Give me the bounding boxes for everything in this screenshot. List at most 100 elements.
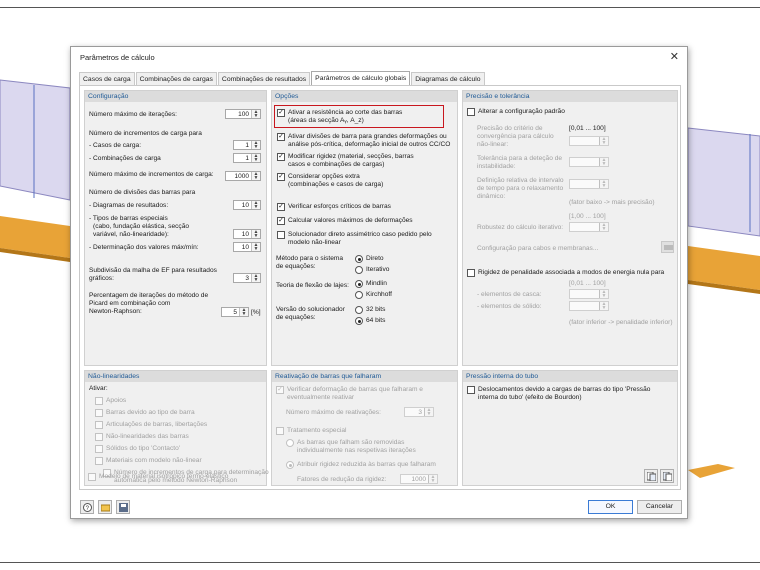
large-deformation-checkbox[interactable]: ✓ <box>277 133 285 141</box>
bourdon-label-1: Deslocamentos devido a cargas de barras … <box>478 386 651 393</box>
method-direct-radio[interactable] <box>355 255 363 263</box>
solver-64bit-radio[interactable] <box>355 317 363 325</box>
supports-checkbox[interactable] <box>95 397 103 405</box>
edit-settings-button[interactable] <box>661 241 674 253</box>
tab-load-cases[interactable]: Casos de carga <box>79 72 135 86</box>
spin-arrows-icon[interactable]: ▲ ▼ <box>251 172 260 181</box>
alter-defaults-checkbox[interactable] <box>467 108 475 116</box>
result-diagrams-input[interactable]: 10 ▲ ▼ <box>233 200 261 210</box>
spin-arrows-icon[interactable]: ▲ ▼ <box>599 290 608 299</box>
member-nonlinearities-checkbox[interactable] <box>95 433 103 441</box>
bourdon-checkbox[interactable] <box>467 386 475 394</box>
fe-mesh-input[interactable]: 3 ▲ ▼ <box>233 273 261 283</box>
nonlinear-materials-label: Materiais com modelo não-linear <box>106 457 202 464</box>
reduced-stiffness-radio[interactable] <box>286 461 294 469</box>
fe-mesh-label-1: Subdivisão da malha de EF para resultado… <box>89 267 217 274</box>
spin-arrows-icon[interactable]: ▲ ▼ <box>428 475 437 484</box>
reduced-stiffness-label: Atribuir rigidez reduzida às barras que … <box>297 461 436 468</box>
result-diagrams-value: 10 <box>241 202 249 209</box>
tolerance-label-1: Tolerância para a deteção de <box>477 155 563 162</box>
cancel-button[interactable]: Cancelar <box>637 500 682 514</box>
spin-arrows-icon[interactable]: ▲ ▼ <box>599 137 608 146</box>
spin-arrows-icon[interactable]: ▲ ▼ <box>599 158 608 167</box>
spin-arrows-icon[interactable]: ▲ ▼ <box>251 230 260 239</box>
import-button[interactable] <box>644 469 658 483</box>
reduction-factor-value: 1000 <box>411 476 426 483</box>
folder-icon <box>101 504 110 512</box>
shell-penalty-input[interactable]: ▲ ▼ <box>569 289 609 299</box>
max-iterations-input[interactable]: 100 ▲ ▼ <box>225 109 261 119</box>
save-button[interactable] <box>116 500 130 514</box>
spin-arrows-icon[interactable]: ▲ ▼ <box>424 408 433 417</box>
solver-32bit-radio[interactable] <box>355 306 363 314</box>
solid-penalty-input[interactable]: ▲ ▼ <box>569 301 609 311</box>
shear-checkbox[interactable]: ✓ <box>277 109 285 117</box>
critical-forces-label: Verificar esforços críticos de barras <box>288 203 391 210</box>
tolerance-input[interactable]: ▲ ▼ <box>569 157 609 167</box>
spin-arrows-icon[interactable]: ▲ ▼ <box>251 243 260 252</box>
special-types-input[interactable]: 10 ▲ ▼ <box>233 229 261 239</box>
ok-button[interactable]: OK <box>588 500 633 514</box>
export-icon <box>663 472 672 481</box>
tab-load-combinations[interactable]: Combinações de cargas <box>135 72 217 86</box>
tab-strip: Casos de carga Combinações de cargas Com… <box>79 71 486 86</box>
spin-arrows-icon[interactable]: ▲ ▼ <box>251 154 260 163</box>
close-icon[interactable]: ✕ <box>670 50 679 63</box>
penalty-checkbox[interactable] <box>467 269 475 277</box>
max-load-increments-value: 1000 <box>234 173 249 180</box>
open-button[interactable] <box>98 500 112 514</box>
member-type-label: Barras devido ao tipo de barra <box>106 409 195 416</box>
dialog-title: Parâmetros de cálculo <box>80 53 155 62</box>
special-treatment-checkbox[interactable] <box>276 427 284 435</box>
reduction-factor-input[interactable]: 1000 ▲ ▼ <box>400 474 438 484</box>
isotropic-checkbox[interactable] <box>88 473 96 481</box>
max-deformations-checkbox[interactable]: ✓ <box>277 217 285 225</box>
spin-arrows-icon[interactable]: ▲ ▼ <box>251 141 260 150</box>
maxmin-input[interactable]: 10 ▲ ▼ <box>233 242 261 252</box>
hinges-checkbox[interactable] <box>95 421 103 429</box>
max-load-increments-input[interactable]: 1000 ▲ ▼ <box>225 171 261 181</box>
load-cases-input[interactable]: 1 ▲ ▼ <box>233 140 261 150</box>
relaxation-label-1: Definição relativa de intervalo <box>477 177 564 184</box>
plate-kirchhoff-radio[interactable] <box>355 291 363 299</box>
nonlinear-materials-checkbox[interactable] <box>95 457 103 465</box>
verify-failed-checkbox[interactable]: ✓ <box>276 386 284 394</box>
tab-calculation-diagrams[interactable]: Diagramas de cálculo <box>411 72 485 86</box>
options-header: Opções <box>272 91 457 102</box>
picard-input[interactable]: 5 ▲ ▼ <box>221 307 249 317</box>
spin-arrows-icon[interactable]: ▲ ▼ <box>251 110 260 119</box>
critical-forces-checkbox[interactable]: ✓ <box>277 203 285 211</box>
spin-arrows-icon[interactable]: ▲ ▼ <box>599 180 608 189</box>
convergence-input[interactable]: ▲ ▼ <box>569 136 609 146</box>
method-iterative-radio[interactable] <box>355 266 363 274</box>
spin-arrows-icon[interactable]: ▲ ▼ <box>251 201 260 210</box>
spin-arrows-icon[interactable]: ▲ ▼ <box>239 308 248 317</box>
relaxation-label-3: dinâmico: <box>477 193 506 200</box>
direct-solver-checkbox[interactable] <box>277 231 285 239</box>
robustness-input[interactable]: ▲ ▼ <box>569 222 609 232</box>
nonlinearities-panel: Não-linearidades Ativar: Apoios Barras d… <box>84 370 269 486</box>
page-rule-bottom <box>0 562 760 563</box>
help-button[interactable]: ? <box>80 500 94 514</box>
max-reactivations-input[interactable]: 3 ▲ ▼ <box>404 407 434 417</box>
reactivation-panel: Reativação de barras que falharam ✓ Veri… <box>271 370 458 486</box>
export-button[interactable] <box>660 469 674 483</box>
contact-solids-checkbox[interactable] <box>95 445 103 453</box>
tab-result-combinations[interactable]: Combinações de resultados <box>217 72 311 86</box>
extra-options-checkbox[interactable]: ✓ <box>277 173 285 181</box>
spin-arrows-icon[interactable]: ▲ ▼ <box>599 223 608 232</box>
removed-radio[interactable] <box>286 439 294 447</box>
member-type-checkbox[interactable] <box>95 409 103 417</box>
extra-options-label-2: (combinações e casos de carga) <box>288 181 384 188</box>
modify-stiffness-checkbox[interactable]: ✓ <box>277 153 285 161</box>
max-iterations-value: 100 <box>238 111 249 118</box>
extra-options-label-1: Considerar opções extra <box>288 173 360 180</box>
nonlinearities-header: Não-linearidades <box>85 371 266 382</box>
relaxation-input[interactable]: ▲ ▼ <box>569 179 609 189</box>
plate-mindlin-radio[interactable] <box>355 280 363 288</box>
load-combos-input[interactable]: 1 ▲ ▼ <box>233 153 261 163</box>
spin-arrows-icon[interactable]: ▲ ▼ <box>251 274 260 283</box>
tab-global-parameters[interactable]: Parâmetros de cálculo globais <box>311 71 411 86</box>
config-header: Configuração <box>85 91 266 102</box>
spin-arrows-icon[interactable]: ▲ ▼ <box>599 302 608 311</box>
